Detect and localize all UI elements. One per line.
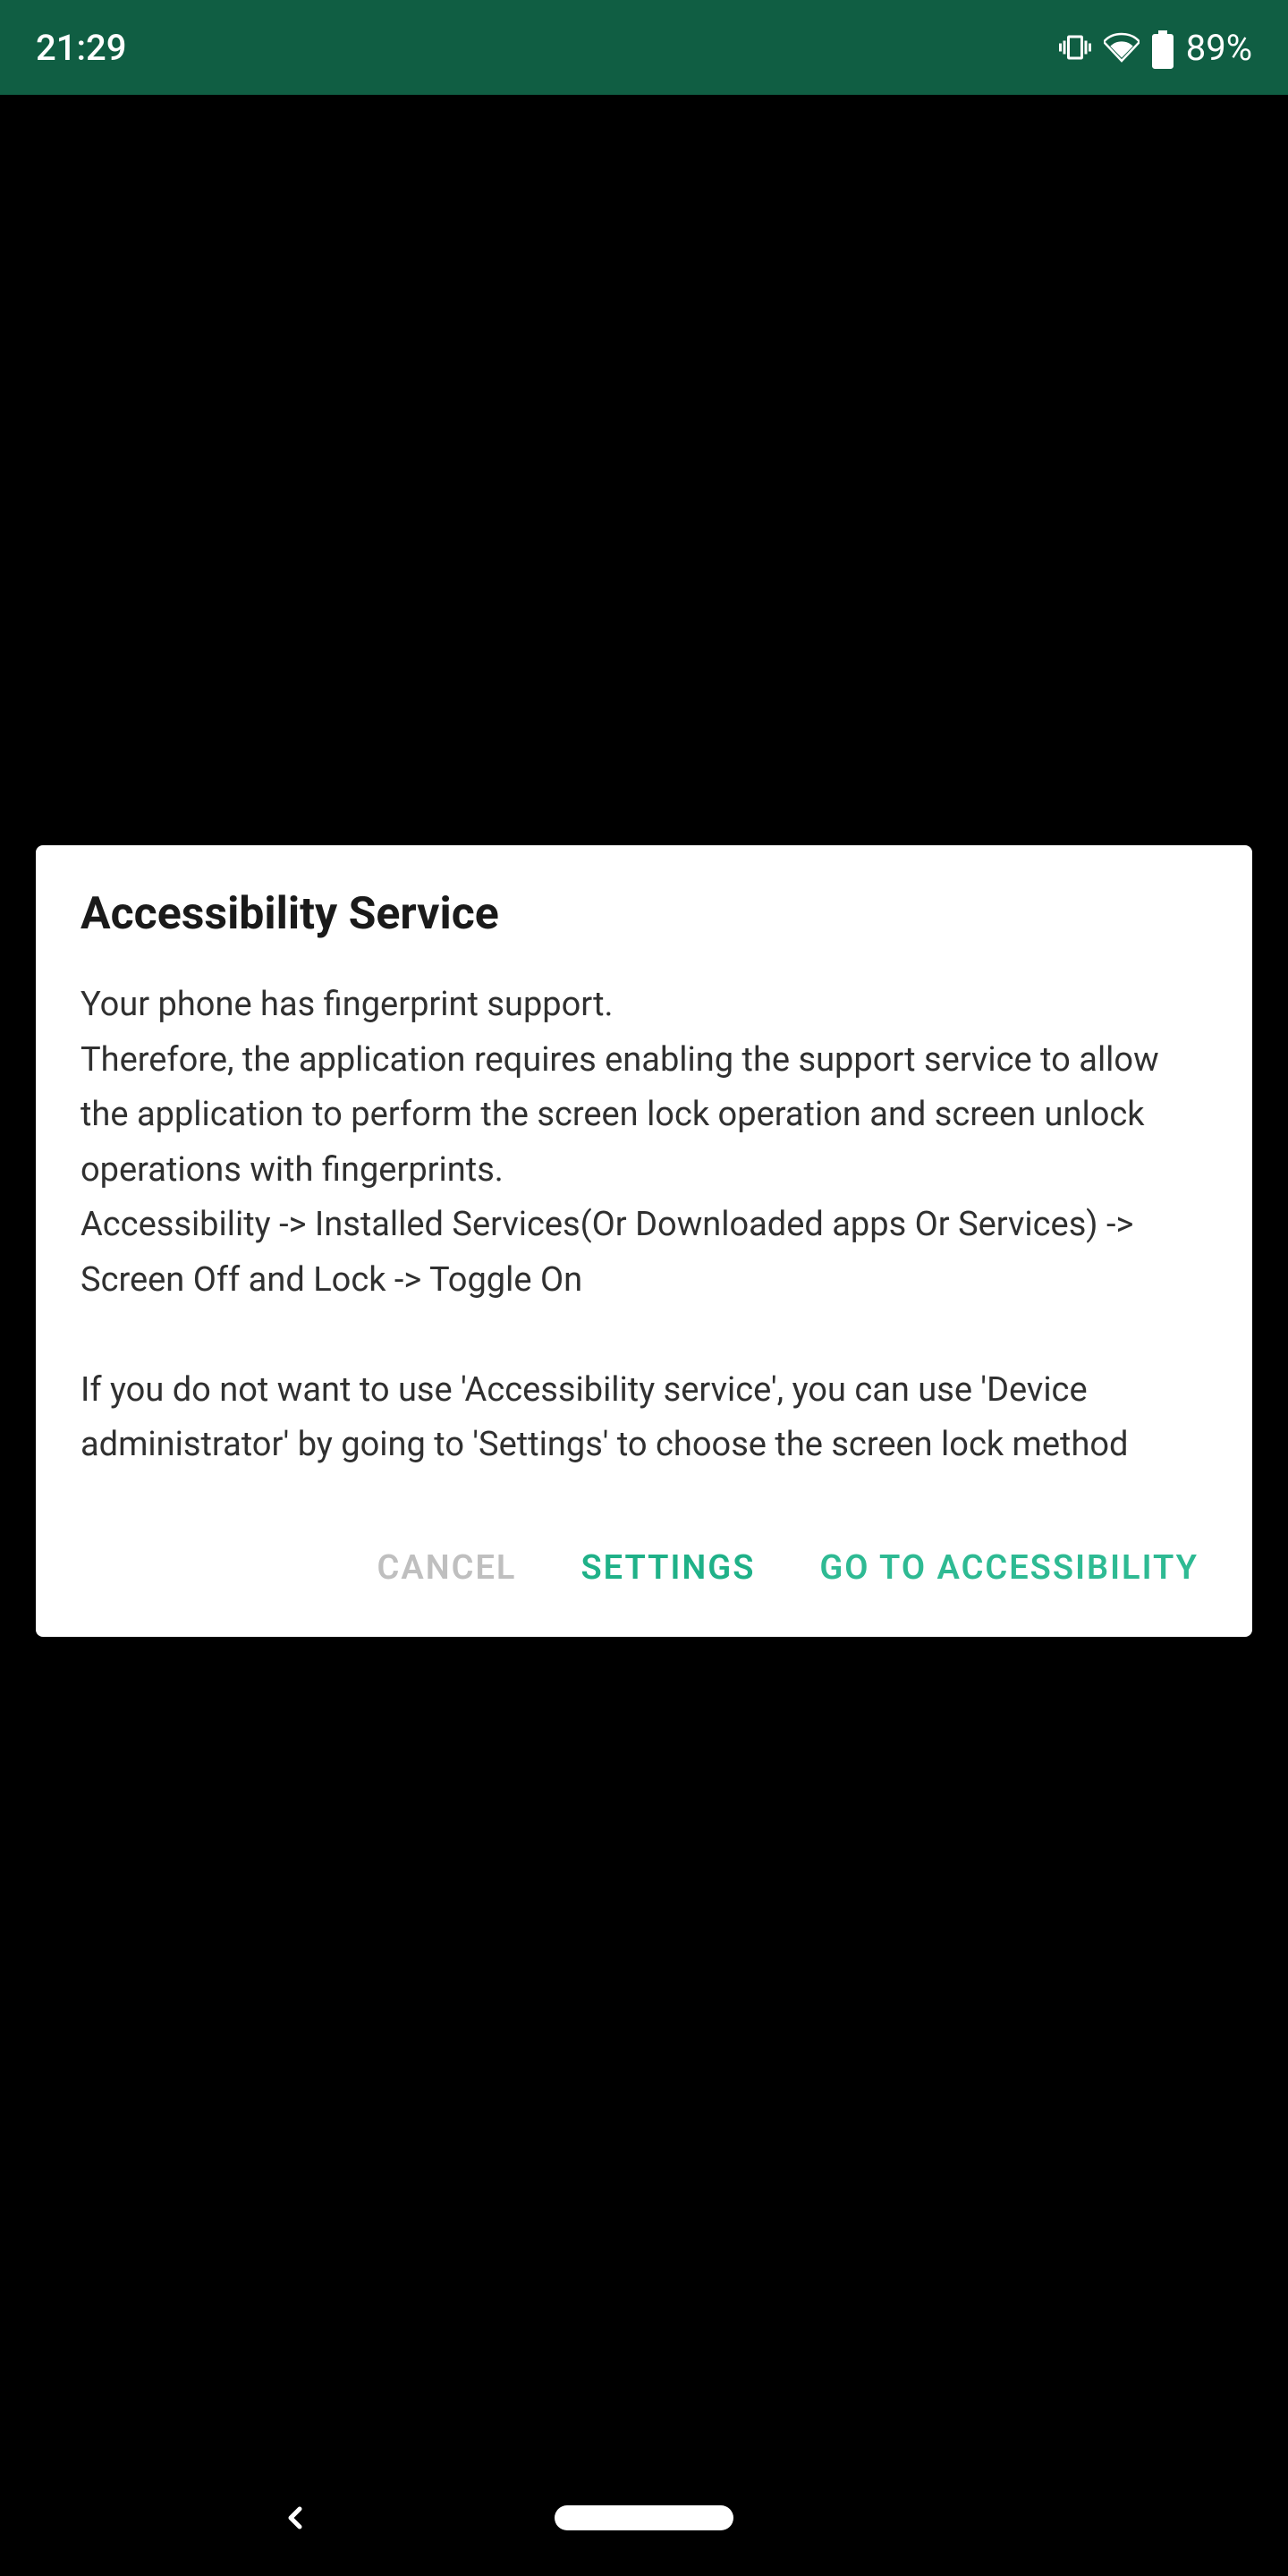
wifi-icon [1104, 30, 1140, 65]
dialog-body: Your phone has fingerprint support. Ther… [80, 978, 1208, 1473]
dialog-actions: CANCEL SETTINGS GO TO ACCESSIBILITY [80, 1527, 1208, 1610]
cancel-button[interactable]: CANCEL [369, 1534, 526, 1602]
battery-icon [1152, 30, 1174, 65]
settings-button[interactable]: SETTINGS [572, 1534, 764, 1602]
dialog-title: Accessibility Service [80, 888, 1208, 940]
accessibility-dialog: Accessibility Service Your phone has fin… [36, 845, 1252, 1637]
goto-accessibility-button[interactable]: GO TO ACCESSIBILITY [810, 1527, 1208, 1610]
vibrate-icon [1059, 31, 1091, 64]
battery-percent: 89% [1186, 27, 1252, 69]
back-icon[interactable] [277, 2500, 313, 2536]
status-bar: 21:29 89% [0, 0, 1288, 95]
navigation-bar [0, 2460, 1288, 2576]
status-right-group: 89% [1059, 27, 1252, 69]
home-pill[interactable] [555, 2505, 733, 2530]
status-time: 21:29 [36, 27, 126, 69]
